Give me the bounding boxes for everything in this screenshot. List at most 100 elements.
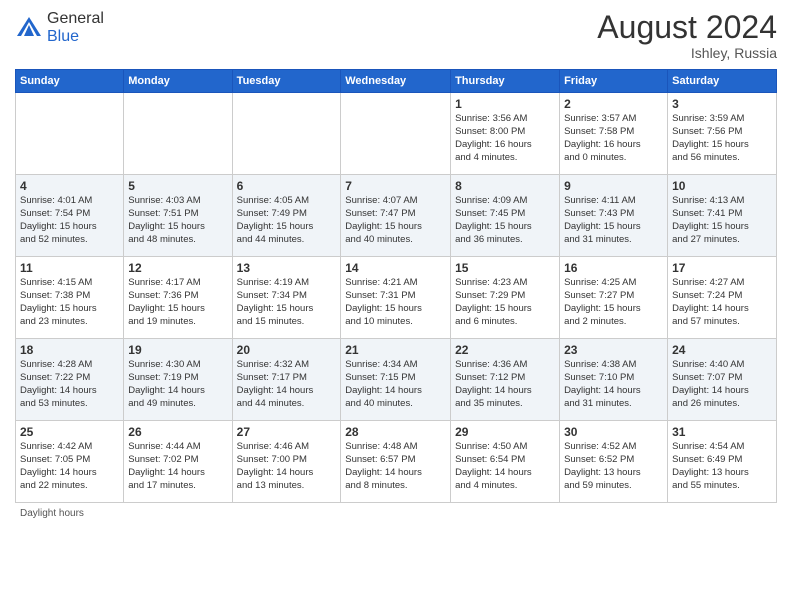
- table-row: 17Sunrise: 4:27 AMSunset: 7:24 PMDayligh…: [668, 257, 777, 339]
- day-info: Sunrise: 4:11 AMSunset: 7:43 PMDaylight:…: [564, 195, 663, 246]
- day-info: Sunrise: 4:23 AMSunset: 7:29 PMDaylight:…: [455, 277, 555, 328]
- day-info: Sunrise: 4:44 AMSunset: 7:02 PMDaylight:…: [128, 441, 227, 492]
- table-row: [16, 93, 124, 175]
- day-info: Sunrise: 4:03 AMSunset: 7:51 PMDaylight:…: [128, 195, 227, 246]
- table-row: 1Sunrise: 3:56 AMSunset: 8:00 PMDaylight…: [451, 93, 560, 175]
- day-info: Sunrise: 4:40 AMSunset: 7:07 PMDaylight:…: [672, 359, 772, 410]
- day-number: 7: [345, 178, 446, 194]
- day-number: 21: [345, 342, 446, 358]
- day-info: Sunrise: 4:30 AMSunset: 7:19 PMDaylight:…: [128, 359, 227, 410]
- day-info: Sunrise: 3:59 AMSunset: 7:56 PMDaylight:…: [672, 113, 772, 164]
- day-info: Sunrise: 4:50 AMSunset: 6:54 PMDaylight:…: [455, 441, 555, 492]
- calendar-week-row: 11Sunrise: 4:15 AMSunset: 7:38 PMDayligh…: [16, 257, 777, 339]
- col-friday: Friday: [560, 70, 668, 93]
- table-row: 13Sunrise: 4:19 AMSunset: 7:34 PMDayligh…: [232, 257, 341, 339]
- page: General Blue August 2024 Ishley, Russia …: [0, 0, 792, 612]
- day-info: Sunrise: 4:21 AMSunset: 7:31 PMDaylight:…: [345, 277, 446, 328]
- table-row: 31Sunrise: 4:54 AMSunset: 6:49 PMDayligh…: [668, 421, 777, 503]
- day-number: 23: [564, 342, 663, 358]
- logo: General Blue: [15, 10, 104, 46]
- calendar-header-row: Sunday Monday Tuesday Wednesday Thursday…: [16, 70, 777, 93]
- table-row: 11Sunrise: 4:15 AMSunset: 7:38 PMDayligh…: [16, 257, 124, 339]
- day-info: Sunrise: 4:09 AMSunset: 7:45 PMDaylight:…: [455, 195, 555, 246]
- day-number: 2: [564, 96, 663, 112]
- col-tuesday: Tuesday: [232, 70, 341, 93]
- calendar-week-row: 18Sunrise: 4:28 AMSunset: 7:22 PMDayligh…: [16, 339, 777, 421]
- table-row: 14Sunrise: 4:21 AMSunset: 7:31 PMDayligh…: [341, 257, 451, 339]
- table-row: 25Sunrise: 4:42 AMSunset: 7:05 PMDayligh…: [16, 421, 124, 503]
- day-number: 1: [455, 96, 555, 112]
- table-row: 8Sunrise: 4:09 AMSunset: 7:45 PMDaylight…: [451, 175, 560, 257]
- col-monday: Monday: [124, 70, 232, 93]
- table-row: 27Sunrise: 4:46 AMSunset: 7:00 PMDayligh…: [232, 421, 341, 503]
- table-row: 28Sunrise: 4:48 AMSunset: 6:57 PMDayligh…: [341, 421, 451, 503]
- table-row: 4Sunrise: 4:01 AMSunset: 7:54 PMDaylight…: [16, 175, 124, 257]
- day-number: 17: [672, 260, 772, 276]
- day-info: Sunrise: 4:34 AMSunset: 7:15 PMDaylight:…: [345, 359, 446, 410]
- day-info: Sunrise: 4:13 AMSunset: 7:41 PMDaylight:…: [672, 195, 772, 246]
- location: Ishley, Russia: [597, 45, 777, 61]
- day-number: 3: [672, 96, 772, 112]
- col-wednesday: Wednesday: [341, 70, 451, 93]
- day-info: Sunrise: 4:19 AMSunset: 7:34 PMDaylight:…: [237, 277, 337, 328]
- day-number: 6: [237, 178, 337, 194]
- table-row: 29Sunrise: 4:50 AMSunset: 6:54 PMDayligh…: [451, 421, 560, 503]
- logo-text: General Blue: [47, 10, 104, 46]
- day-info: Sunrise: 4:36 AMSunset: 7:12 PMDaylight:…: [455, 359, 555, 410]
- table-row: 26Sunrise: 4:44 AMSunset: 7:02 PMDayligh…: [124, 421, 232, 503]
- day-info: Sunrise: 4:05 AMSunset: 7:49 PMDaylight:…: [237, 195, 337, 246]
- day-number: 9: [564, 178, 663, 194]
- day-info: Sunrise: 4:07 AMSunset: 7:47 PMDaylight:…: [345, 195, 446, 246]
- day-info: Sunrise: 4:15 AMSunset: 7:38 PMDaylight:…: [20, 277, 119, 328]
- table-row: 5Sunrise: 4:03 AMSunset: 7:51 PMDaylight…: [124, 175, 232, 257]
- day-info: Sunrise: 4:48 AMSunset: 6:57 PMDaylight:…: [345, 441, 446, 492]
- title-block: August 2024 Ishley, Russia: [597, 10, 777, 61]
- day-number: 26: [128, 424, 227, 440]
- day-info: Sunrise: 4:25 AMSunset: 7:27 PMDaylight:…: [564, 277, 663, 328]
- table-row: 21Sunrise: 4:34 AMSunset: 7:15 PMDayligh…: [341, 339, 451, 421]
- table-row: 24Sunrise: 4:40 AMSunset: 7:07 PMDayligh…: [668, 339, 777, 421]
- day-number: 31: [672, 424, 772, 440]
- footer: Daylight hours: [15, 508, 777, 519]
- table-row: 9Sunrise: 4:11 AMSunset: 7:43 PMDaylight…: [560, 175, 668, 257]
- col-thursday: Thursday: [451, 70, 560, 93]
- table-row: 30Sunrise: 4:52 AMSunset: 6:52 PMDayligh…: [560, 421, 668, 503]
- day-number: 27: [237, 424, 337, 440]
- logo-blue: Blue: [47, 28, 79, 45]
- day-info: Sunrise: 4:32 AMSunset: 7:17 PMDaylight:…: [237, 359, 337, 410]
- table-row: [341, 93, 451, 175]
- day-info: Sunrise: 3:56 AMSunset: 8:00 PMDaylight:…: [455, 113, 555, 164]
- table-row: 16Sunrise: 4:25 AMSunset: 7:27 PMDayligh…: [560, 257, 668, 339]
- table-row: 20Sunrise: 4:32 AMSunset: 7:17 PMDayligh…: [232, 339, 341, 421]
- day-number: 8: [455, 178, 555, 194]
- day-number: 19: [128, 342, 227, 358]
- table-row: 2Sunrise: 3:57 AMSunset: 7:58 PMDaylight…: [560, 93, 668, 175]
- day-info: Sunrise: 4:28 AMSunset: 7:22 PMDaylight:…: [20, 359, 119, 410]
- day-number: 10: [672, 178, 772, 194]
- day-number: 25: [20, 424, 119, 440]
- day-number: 11: [20, 260, 119, 276]
- day-number: 22: [455, 342, 555, 358]
- calendar-week-row: 4Sunrise: 4:01 AMSunset: 7:54 PMDaylight…: [16, 175, 777, 257]
- day-number: 5: [128, 178, 227, 194]
- logo-icon: [15, 14, 43, 42]
- calendar-week-row: 25Sunrise: 4:42 AMSunset: 7:05 PMDayligh…: [16, 421, 777, 503]
- day-info: Sunrise: 4:46 AMSunset: 7:00 PMDaylight:…: [237, 441, 337, 492]
- col-saturday: Saturday: [668, 70, 777, 93]
- header: General Blue August 2024 Ishley, Russia: [15, 10, 777, 61]
- day-number: 15: [455, 260, 555, 276]
- day-number: 18: [20, 342, 119, 358]
- table-row: 22Sunrise: 4:36 AMSunset: 7:12 PMDayligh…: [451, 339, 560, 421]
- table-row: 10Sunrise: 4:13 AMSunset: 7:41 PMDayligh…: [668, 175, 777, 257]
- logo-general: General: [47, 10, 104, 27]
- day-number: 16: [564, 260, 663, 276]
- daylight-hours-label: Daylight hours: [20, 508, 84, 519]
- table-row: 23Sunrise: 4:38 AMSunset: 7:10 PMDayligh…: [560, 339, 668, 421]
- day-number: 30: [564, 424, 663, 440]
- day-info: Sunrise: 4:38 AMSunset: 7:10 PMDaylight:…: [564, 359, 663, 410]
- day-number: 20: [237, 342, 337, 358]
- calendar-week-row: 1Sunrise: 3:56 AMSunset: 8:00 PMDaylight…: [16, 93, 777, 175]
- day-number: 12: [128, 260, 227, 276]
- day-info: Sunrise: 4:54 AMSunset: 6:49 PMDaylight:…: [672, 441, 772, 492]
- day-number: 4: [20, 178, 119, 194]
